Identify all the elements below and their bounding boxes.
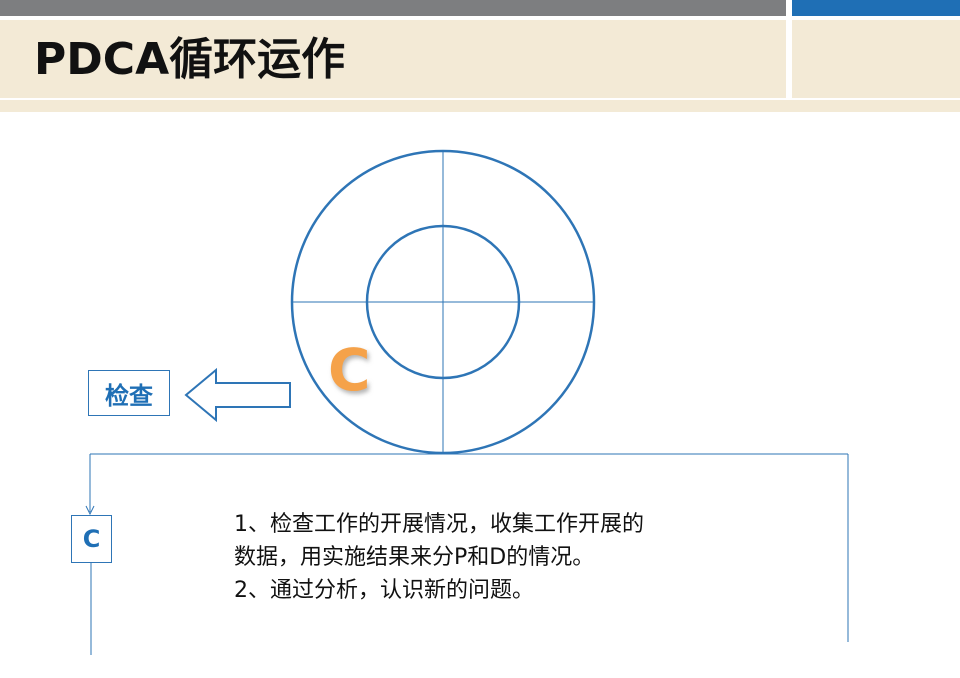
stage-label: C — [82, 525, 101, 553]
check-label: 检查 — [105, 381, 153, 410]
description-line-1: 1、检查工作的开展情况，收集工作开展的 — [234, 512, 644, 537]
slide: PDCA循环运作 C 检查 C 1、检查工作的开展情况，收集工作开展的 数据，用… — [0, 0, 960, 678]
description-line-2: 数据，用实施结果来分P和D的情况。 — [234, 545, 595, 570]
stage-label-box: C — [71, 515, 112, 563]
check-label-box: 检查 — [88, 370, 170, 416]
description-text: 1、检查工作的开展情况，收集工作开展的 数据，用实施结果来分P和D的情况。 2、… — [234, 508, 754, 607]
left-arrow-icon — [184, 367, 291, 423]
center-letter-c: C — [328, 336, 371, 404]
description-line-3: 2、通过分析，认识新的问题。 — [234, 578, 534, 603]
